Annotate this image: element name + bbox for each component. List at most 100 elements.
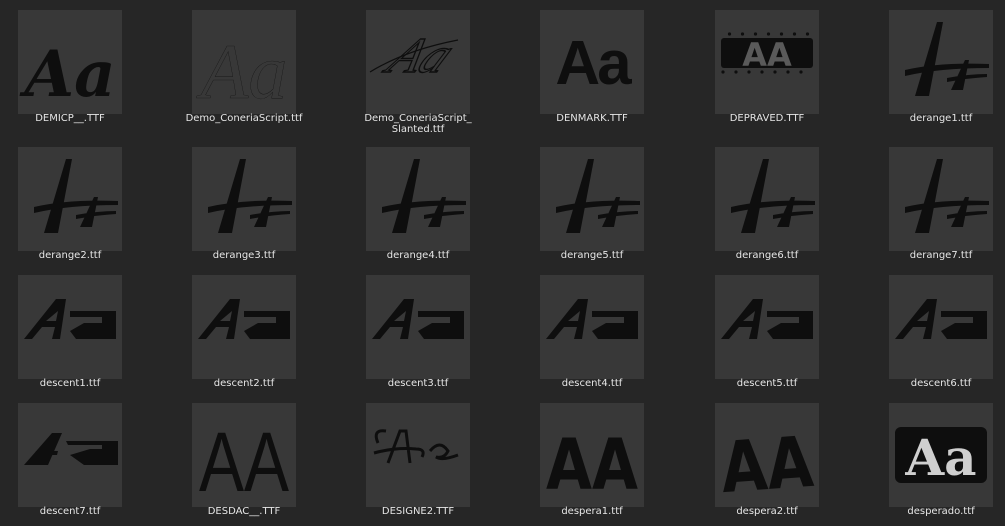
font-file-item[interactable]: derange5.ttf (507, 137, 677, 267)
font-preview-thumbnail[interactable] (366, 147, 470, 251)
font-file-name: despera1.ttf (561, 506, 623, 517)
svg-text:AA: AA (199, 415, 289, 507)
font-file-item[interactable]: derange7.ttf (856, 137, 1005, 267)
font-file-item[interactable]: Aa DENMARK.TTF (507, 0, 677, 130)
font-file-name: descent4.ttf (561, 378, 623, 389)
font-preview-thumbnail[interactable]: AA (715, 403, 819, 507)
font-file-item[interactable]: AA despera2.ttf (682, 393, 852, 523)
font-preview-glyphs: Aa (369, 27, 466, 84)
font-preview-thumbnail[interactable]: AA (540, 403, 644, 507)
font-preview-glyphs: Aa (19, 37, 115, 112)
font-preview-thumbnail[interactable] (889, 147, 993, 251)
font-preview-thumbnail[interactable] (715, 275, 819, 379)
font-preview-glyphs (24, 433, 118, 465)
font-file-name: DENMARK.TTF (556, 113, 628, 124)
font-preview-glyphs (373, 429, 459, 464)
font-preview-glyphs: Aa (196, 28, 288, 114)
font-preview-glyphs: AA (721, 32, 813, 74)
font-file-item[interactable]: derange3.ttf (159, 137, 329, 267)
font-file-name: derange6.ttf (735, 250, 799, 261)
font-file-item[interactable]: derange6.ttf (682, 137, 852, 267)
font-file-name: desperado.ttf (907, 506, 975, 517)
font-preview-glyphs (372, 299, 464, 339)
font-preview-glyphs (208, 159, 292, 233)
font-file-item[interactable]: descent7.ttf (0, 393, 155, 523)
font-file-name: Demo_ConeriaScript.ttf (185, 113, 303, 124)
font-file-name: DEMICP__.TTF (35, 113, 105, 124)
font-file-name: derange5.ttf (560, 250, 624, 261)
svg-text:Aa: Aa (904, 428, 976, 487)
font-preview-thumbnail[interactable] (889, 275, 993, 379)
font-file-name: derange3.ttf (212, 250, 276, 261)
font-file-item[interactable]: AA DEPRAVED.TTF (682, 0, 852, 130)
font-file-item[interactable]: DESIGNE2.TTF (333, 393, 503, 523)
font-file-item[interactable]: derange4.ttf (333, 137, 503, 267)
svg-text:Aa: Aa (555, 29, 632, 98)
font-preview-glyphs (382, 159, 466, 233)
font-preview-thumbnail[interactable]: Aa (540, 10, 644, 114)
font-preview-thumbnail[interactable]: Aa (18, 10, 122, 114)
font-preview-thumbnail[interactable] (540, 147, 644, 251)
font-preview-thumbnail[interactable]: AA (715, 10, 819, 114)
svg-text:Aa: Aa (196, 28, 288, 114)
svg-text:AA: AA (742, 36, 792, 74)
font-file-name: DESIGNE2.TTF (381, 506, 455, 517)
font-preview-thumbnail[interactable] (366, 275, 470, 379)
font-file-item[interactable]: Aa DEMICP__.TTF (0, 0, 155, 130)
font-file-item[interactable]: derange1.ttf (856, 0, 1005, 130)
font-preview-glyphs (731, 159, 815, 233)
font-file-item[interactable]: descent1.ttf (0, 265, 155, 395)
font-preview-thumbnail[interactable] (192, 275, 296, 379)
font-file-item[interactable]: Aa Demo_ConeriaScript.ttf (159, 0, 329, 130)
font-file-item[interactable]: Aa desperado.ttf (856, 393, 1005, 523)
font-preview-thumbnail[interactable]: Aa (192, 10, 296, 114)
font-preview-thumbnail[interactable]: Aa (889, 403, 993, 507)
font-file-item[interactable]: descent6.ttf (856, 265, 1005, 395)
font-file-name: DESDAC__.TTF (207, 506, 281, 517)
font-preview-thumbnail[interactable]: AA (192, 403, 296, 507)
font-file-name: DEPRAVED.TTF (729, 113, 805, 124)
svg-text:AA: AA (718, 421, 815, 507)
font-preview-thumbnail[interactable]: Aa (366, 10, 470, 114)
font-preview-glyphs (895, 299, 987, 339)
font-file-name: descent3.ttf (387, 378, 449, 389)
font-file-name: descent7.ttf (39, 506, 101, 517)
font-preview-glyphs: AA (546, 424, 638, 506)
font-preview-glyphs (546, 299, 638, 339)
font-preview-glyphs: Aa (555, 29, 635, 98)
font-preview-glyphs: Aa (895, 427, 987, 487)
font-preview-thumbnail[interactable] (715, 147, 819, 251)
font-file-grid: Aa DEMICP__.TTF Aa Demo_ConeriaScript.ttf Aa… (0, 0, 1005, 526)
font-file-name: descent6.ttf (910, 378, 972, 389)
svg-text:Aa: Aa (19, 37, 115, 112)
font-preview-thumbnail[interactable] (889, 10, 993, 114)
font-preview-thumbnail[interactable] (18, 403, 122, 507)
font-preview-glyphs (721, 299, 813, 339)
font-preview-glyphs (556, 159, 640, 233)
font-file-item[interactable]: descent3.ttf (333, 265, 503, 395)
font-preview-thumbnail[interactable] (192, 147, 296, 251)
font-preview-thumbnail[interactable] (540, 275, 644, 379)
font-preview-glyphs: AA (718, 421, 815, 507)
font-file-name: derange2.ttf (38, 250, 102, 261)
font-preview-glyphs (198, 299, 290, 339)
font-file-name: derange1.ttf (909, 113, 973, 124)
font-preview-thumbnail[interactable] (366, 403, 470, 507)
font-file-item[interactable]: descent5.ttf (682, 265, 852, 395)
font-file-item[interactable]: AA DESDAC__.TTF (159, 393, 329, 523)
font-file-item[interactable]: AA despera1.ttf (507, 393, 677, 523)
font-file-name: descent2.ttf (213, 378, 275, 389)
font-preview-glyphs (905, 159, 989, 233)
font-file-item[interactable]: descent2.ttf (159, 265, 329, 395)
font-preview-glyphs (24, 299, 116, 339)
font-file-name: descent1.ttf (39, 378, 101, 389)
font-preview-thumbnail[interactable] (18, 275, 122, 379)
font-file-item[interactable]: Aa Demo_ConeriaScript_ Slanted.ttf (333, 0, 503, 135)
svg-text:AA: AA (546, 424, 638, 506)
font-preview-glyphs (34, 159, 118, 233)
font-preview-thumbnail[interactable] (18, 147, 122, 251)
font-file-item[interactable]: derange2.ttf (0, 137, 155, 267)
font-file-name: descent5.ttf (736, 378, 798, 389)
font-file-name: derange4.ttf (386, 250, 450, 261)
font-file-item[interactable]: descent4.ttf (507, 265, 677, 395)
